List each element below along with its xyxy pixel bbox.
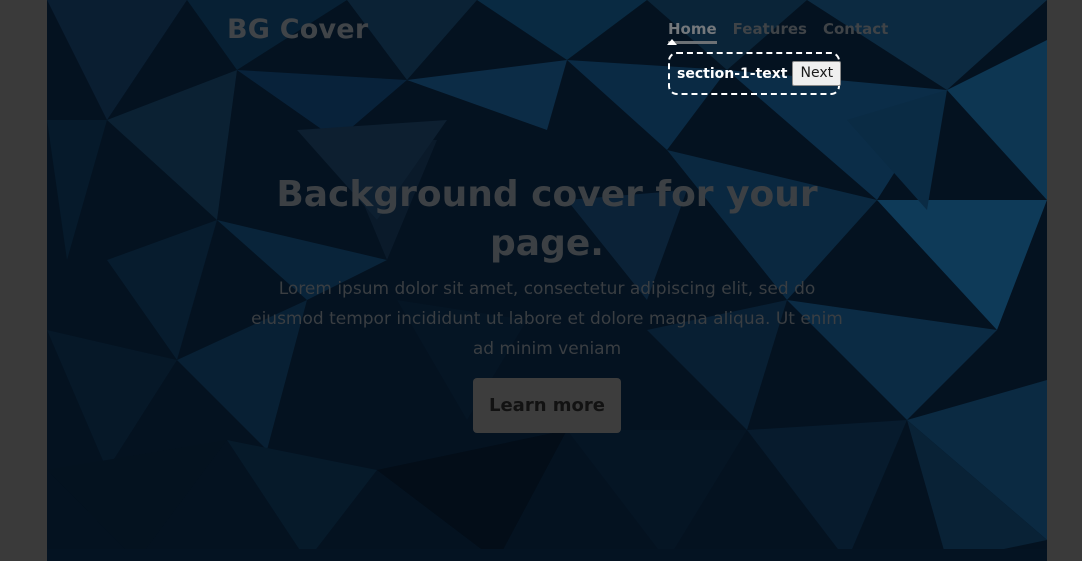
hero-description: Lorem ipsum dolor sit amet, consectetur … — [251, 279, 843, 359]
learn-more-button[interactable]: Learn more — [473, 378, 621, 433]
tour-next-button[interactable]: Next — [792, 60, 842, 87]
nav-link-contact[interactable]: Contact — [823, 20, 888, 44]
hero-title: Background cover for your page. — [276, 174, 818, 264]
cover-section: BG Cover Home Features Contact section-1… — [47, 0, 1047, 561]
brand-logo[interactable]: BG Cover — [227, 14, 368, 45]
section-bottom-edge — [47, 549, 1047, 561]
tour-step-popup: section-1-text Next — [668, 52, 842, 95]
tour-pointer-caret — [667, 39, 677, 45]
main-nav: Home Features Contact — [668, 20, 888, 44]
nav-link-features[interactable]: Features — [733, 20, 807, 44]
tour-step-label: section-1-text — [677, 65, 788, 82]
